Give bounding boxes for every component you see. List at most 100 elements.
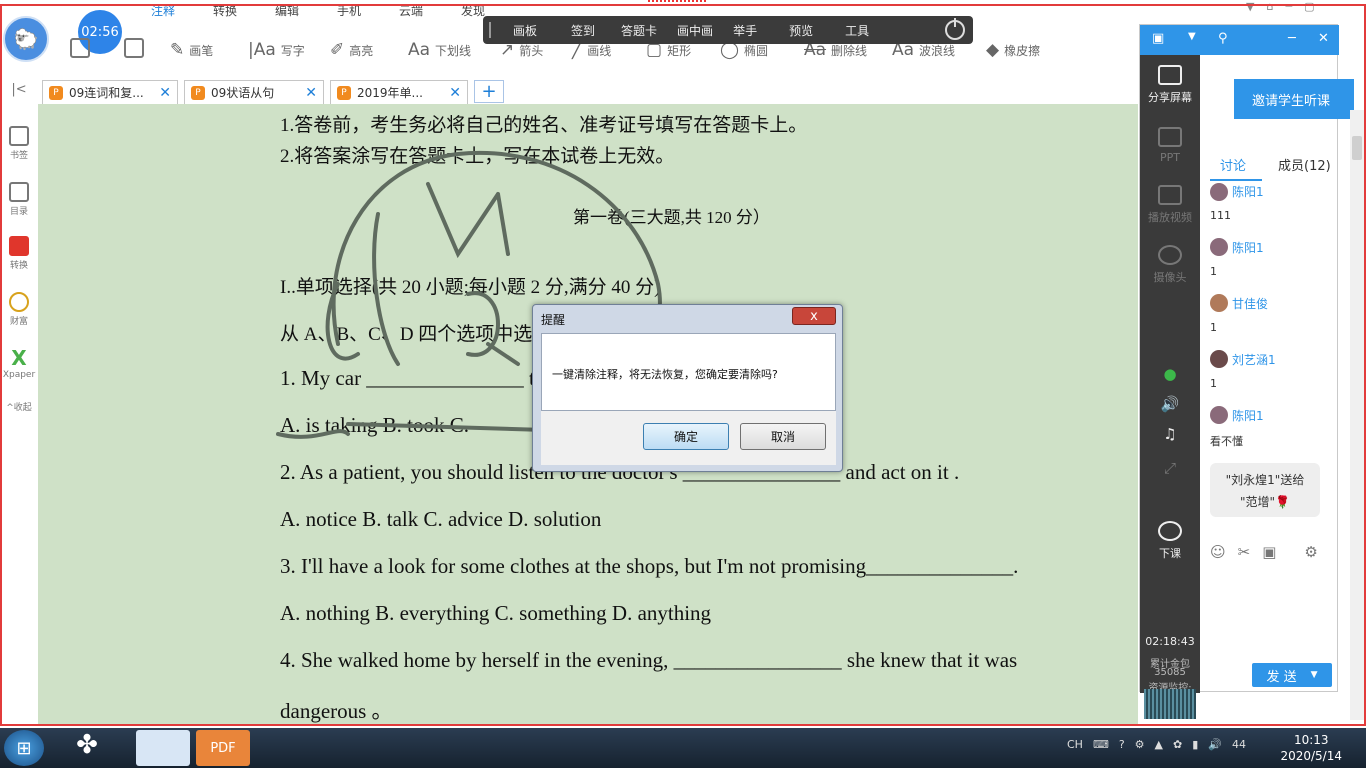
tab-members[interactable]: 成员(12) [1278, 155, 1331, 174]
help-icon[interactable]: ? [1119, 738, 1125, 751]
save-icon[interactable] [124, 38, 144, 58]
stat-value: 35085 [1154, 667, 1186, 678]
new-icon[interactable] [70, 38, 90, 58]
eraser-tool[interactable]: ◆ 橡皮擦 [986, 38, 1040, 62]
message-author[interactable]: 甘佳俊 [1232, 295, 1268, 312]
volume-icon[interactable]: 🔊 [1208, 738, 1222, 751]
fullscreen-icon[interactable]: ⤢ [1140, 459, 1200, 477]
music-icon[interactable]: ♫ [1140, 425, 1200, 443]
classroom-app-icon[interactable] [136, 730, 190, 766]
list-icon [9, 182, 29, 202]
close-tab-icon[interactable]: ✕ [449, 85, 461, 101]
fb-whiteboard[interactable]: 画板 [513, 22, 537, 39]
doc-tab-1[interactable]: P 09连词和复... ✕ [42, 80, 178, 104]
sidebar-collapse-label[interactable]: ^收起 [0, 400, 38, 413]
write-tool[interactable]: |Aa 写字 [248, 38, 305, 62]
left-sidebar: |< 书签 目录 转换 财富 X Xpaper ^收起 [0, 78, 38, 728]
emoji-icon[interactable]: ☺ [1210, 543, 1226, 561]
volume-level: 44 [1232, 738, 1246, 751]
class-timer: 02:18:43 [1145, 635, 1195, 648]
fb-raise-hand[interactable]: 举手 [733, 22, 757, 39]
highlight-tool[interactable]: ✐ 高亮 [330, 38, 373, 62]
message-author[interactable]: 陈阳1 [1232, 407, 1264, 424]
sidebar-item-bookmark[interactable]: 书签 [0, 126, 38, 161]
doc-tab-2[interactable]: P 09状语从句 ✕ [184, 80, 324, 104]
cancel-button[interactable]: 取消 [740, 423, 826, 450]
grip-handle[interactable] [489, 22, 491, 38]
minimize-icon[interactable]: ─ [1285, 0, 1292, 14]
scrollbar-thumb[interactable] [1352, 136, 1362, 160]
add-tab-button[interactable]: + [474, 80, 504, 103]
play-video-button[interactable]: 播放视频 [1140, 185, 1200, 225]
image-icon[interactable]: ▣ [1262, 543, 1276, 561]
doc-tab-3[interactable]: P 2019年单... ✕ [330, 80, 468, 104]
start-button-icon[interactable]: ⊞ [4, 730, 44, 766]
classroom-panel: ▣ ▼ ⚲ ─ ✕ 分享屏幕 PPT 播放视频 摄像头 ● 🔊 ♫ ⤢ 下课 0… [1139, 24, 1354, 719]
gift-line-2: "范增"🌹 [1240, 495, 1290, 509]
underline-tool[interactable]: Aa 下划线 [408, 38, 471, 62]
fb-signin[interactable]: 签到 [571, 22, 595, 39]
eraser-icon: ◆ [986, 40, 1000, 60]
pin-icon[interactable]: ⚲ [1218, 31, 1228, 46]
scissors-icon[interactable]: ✂ [1238, 543, 1251, 561]
settings-icon[interactable]: ⚙ [1135, 738, 1145, 751]
clock-date: 2020/5/14 [1280, 749, 1342, 763]
home-icon[interactable]: ⌂ [1266, 0, 1273, 14]
message-text: 1 [1210, 377, 1217, 390]
dropdown-icon[interactable]: ▼ [1246, 0, 1254, 14]
tab-discussion[interactable]: 讨论 [1220, 155, 1246, 174]
end-class-button[interactable]: 下课 [1140, 521, 1200, 561]
pdf-word-icon [9, 236, 29, 256]
keyboard-icon[interactable]: ⌨ [1093, 738, 1109, 751]
mic-icon[interactable]: ● [1140, 365, 1200, 383]
panel-close-icon[interactable]: ✕ [1318, 31, 1329, 46]
sidebar-item-wealth[interactable]: 财富 [0, 292, 38, 327]
invite-students-button[interactable]: 邀请学生听课 [1234, 79, 1354, 119]
message-author[interactable]: 刘艺涵1 [1232, 351, 1276, 368]
message-text: 1 [1210, 265, 1217, 278]
maximize-icon[interactable]: ▢ [1304, 0, 1314, 14]
sidebar-item-toc[interactable]: 目录 [0, 182, 38, 217]
message-author[interactable]: 陈阳1 [1232, 183, 1264, 200]
send-button[interactable]: 发 送 ▼ [1252, 663, 1332, 687]
pdf-app-icon[interactable]: PDF [196, 730, 250, 766]
dialog-close-button[interactable]: x [792, 307, 836, 325]
ppt-button[interactable]: PPT [1140, 127, 1200, 164]
confirm-clear-dialog: 提醒 x 一键清除注释，将无法恢复，您确定要清除吗? 确定 取消 [532, 304, 843, 472]
sidebar-collapse-icon[interactable]: |< [0, 82, 38, 97]
language-indicator[interactable]: CH [1067, 738, 1083, 751]
network-icon[interactable]: ▮ [1192, 738, 1198, 751]
power-icon [1158, 521, 1182, 541]
avatar [1210, 183, 1228, 201]
panel-dropdown-icon[interactable]: ▼ [1188, 31, 1196, 42]
bookmark-icon [9, 126, 29, 146]
sidebar-item-convert[interactable]: 转换 [0, 236, 38, 271]
video-icon [1158, 185, 1182, 205]
settings-icon[interactable]: ⚙ [1304, 543, 1317, 561]
tray-expand-icon[interactable]: ▲ [1155, 738, 1163, 751]
panel-minimize-icon[interactable]: ─ [1288, 31, 1296, 46]
vertical-scrollbar[interactable] [1350, 110, 1364, 720]
fb-pip[interactable]: 画中画 [677, 22, 713, 39]
camera-button[interactable]: 摄像头 [1140, 245, 1200, 285]
fb-preview[interactable]: 预览 [789, 22, 813, 39]
close-tab-icon[interactable]: ✕ [159, 85, 171, 101]
tray-app-icon[interactable]: ✿ [1173, 738, 1182, 751]
speaker-icon[interactable]: 🔊 [1140, 395, 1200, 413]
fb-tools[interactable]: 工具 [845, 22, 869, 39]
message-author[interactable]: 陈阳1 [1232, 239, 1264, 256]
share-screen-button[interactable]: 分享屏幕 [1140, 65, 1200, 105]
pinwheel-app-icon[interactable]: ✤ [60, 730, 114, 766]
taskbar-clock[interactable]: 10:13 2020/5/14 [1280, 732, 1342, 764]
panel-logo-icon: ▣ [1152, 31, 1165, 46]
text-icon: |Aa [248, 40, 276, 60]
close-tab-icon[interactable]: ✕ [305, 85, 317, 101]
clock-time: 10:13 [1293, 733, 1329, 747]
pen-tool[interactable]: ✎ 画笔 [170, 38, 213, 62]
send-dropdown-icon[interactable]: ▼ [1311, 670, 1318, 680]
ok-button[interactable]: 确定 [643, 423, 729, 450]
active-tab-indicator [1210, 179, 1262, 181]
power-icon[interactable] [945, 18, 965, 40]
sidebar-item-xpaper[interactable]: X Xpaper [0, 346, 38, 380]
fb-answer-card[interactable]: 答题卡 [621, 22, 657, 39]
